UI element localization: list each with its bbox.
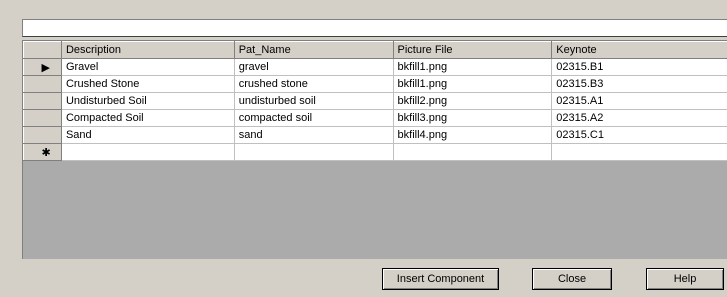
cell-keynote[interactable]: 02315.A2	[551, 109, 727, 127]
row-header[interactable]	[23, 109, 62, 127]
cell-keynote[interactable]: 02315.A1	[551, 92, 727, 110]
row-header[interactable]	[23, 92, 62, 110]
current-row-arrow-icon: ▶	[41, 61, 50, 74]
help-button[interactable]: Help	[646, 268, 724, 290]
cell-picture-file[interactable]: bkfill3.png	[392, 109, 553, 127]
cell-pat-name[interactable]: undisturbed soil	[233, 92, 394, 110]
cell-picture-file[interactable]: bkfill4.png	[392, 126, 553, 144]
new-row-asterisk-icon: ✱	[41, 146, 51, 159]
cell-description[interactable]: Undisturbed Soil	[60, 92, 235, 110]
cell-pat-name[interactable]: sand	[233, 126, 394, 144]
cell-description[interactable]	[60, 143, 235, 161]
table-row[interactable]: Undisturbed Soil undisturbed soil bkfill…	[23, 92, 727, 110]
row-header[interactable]	[23, 75, 62, 93]
cell-pat-name[interactable]	[233, 143, 394, 161]
row-header[interactable]: ✱	[23, 143, 62, 161]
table-row[interactable]: Sand sand bkfill4.png 02315.C1	[23, 126, 727, 144]
cell-description[interactable]: Sand	[60, 126, 235, 144]
cell-description[interactable]: Crushed Stone	[60, 75, 235, 93]
cell-picture-file[interactable]: bkfill1.png	[392, 58, 553, 76]
grid-table: Description Pat_Name Picture File Keynot…	[23, 41, 727, 161]
cell-keynote[interactable]: 02315.B1	[551, 58, 727, 76]
cell-keynote[interactable]	[551, 143, 727, 161]
cell-picture-file[interactable]: bkfill2.png	[392, 92, 553, 110]
header-row: Description Pat_Name Picture File Keynot…	[23, 41, 727, 59]
table-row[interactable]: ▶ Gravel gravel bkfill1.png 02315.B1	[23, 58, 727, 76]
insert-component-button[interactable]: Insert Component	[382, 268, 499, 290]
column-header-keynote[interactable]: Keynote	[551, 41, 727, 59]
top-text-field[interactable]	[22, 19, 727, 37]
column-header-pat-name[interactable]: Pat_Name	[233, 41, 394, 59]
close-button[interactable]: Close	[532, 268, 612, 290]
cell-description[interactable]: Gravel	[60, 58, 235, 76]
cell-picture-file[interactable]	[392, 143, 553, 161]
table-row[interactable]: Crushed Stone crushed stone bkfill1.png …	[23, 75, 727, 93]
cell-pat-name[interactable]: crushed stone	[233, 75, 394, 93]
column-header-description[interactable]: Description	[60, 41, 235, 59]
cell-keynote[interactable]: 02315.C1	[551, 126, 727, 144]
data-grid[interactable]: Description Pat_Name Picture File Keynot…	[22, 40, 727, 259]
cell-keynote[interactable]: 02315.B3	[551, 75, 727, 93]
table-row[interactable]: Compacted Soil compacted soil bkfill3.pn…	[23, 109, 727, 127]
column-header-picture-file[interactable]: Picture File	[392, 41, 553, 59]
cell-description[interactable]: Compacted Soil	[60, 109, 235, 127]
new-row[interactable]: ✱	[23, 143, 727, 161]
row-header[interactable]	[23, 126, 62, 144]
row-header[interactable]: ▶	[23, 58, 62, 76]
cell-pat-name[interactable]: gravel	[233, 58, 394, 76]
cell-picture-file[interactable]: bkfill1.png	[392, 75, 553, 93]
cell-pat-name[interactable]: compacted soil	[233, 109, 394, 127]
grid-corner[interactable]	[23, 41, 62, 59]
